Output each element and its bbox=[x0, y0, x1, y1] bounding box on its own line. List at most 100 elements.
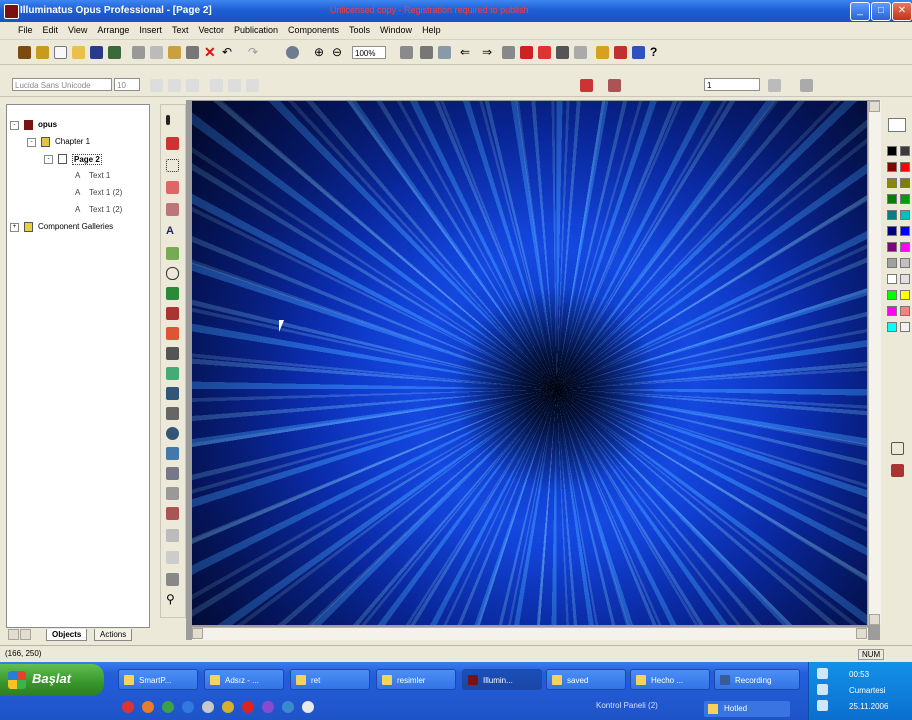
arrow-left-icon[interactable]: ⇐ bbox=[460, 46, 473, 59]
start-button[interactable]: Başlat bbox=[0, 664, 104, 696]
preview-icon[interactable] bbox=[286, 46, 299, 59]
scroll-right-icon[interactable] bbox=[856, 628, 867, 639]
shield-icon[interactable] bbox=[36, 46, 49, 59]
quick-launch-icon[interactable] bbox=[142, 701, 154, 713]
tab-objects[interactable]: Objects bbox=[46, 629, 88, 641]
taskbar-button[interactable]: ret bbox=[290, 669, 370, 690]
bold-icon[interactable] bbox=[150, 79, 163, 92]
color-swatch[interactable] bbox=[900, 226, 910, 236]
color-swatch[interactable] bbox=[900, 322, 910, 332]
horizontal-scrollbar[interactable] bbox=[192, 627, 868, 640]
menu-publication[interactable]: Publication bbox=[229, 22, 283, 35]
color-icon[interactable] bbox=[614, 46, 627, 59]
line-style-icon[interactable] bbox=[768, 79, 781, 92]
network-icon[interactable] bbox=[817, 668, 828, 679]
align-center-icon[interactable] bbox=[228, 79, 241, 92]
new-document-icon[interactable] bbox=[54, 46, 67, 59]
align-icon[interactable] bbox=[556, 46, 569, 59]
minimize-button[interactable]: _ bbox=[850, 2, 870, 21]
color-picker-icon[interactable] bbox=[891, 442, 904, 455]
pointer-tool-icon[interactable] bbox=[166, 115, 170, 125]
video-tool-icon[interactable] bbox=[166, 467, 179, 480]
tab-scroll-left-icon[interactable] bbox=[8, 629, 19, 640]
open-folder-icon[interactable] bbox=[72, 46, 85, 59]
publish-icon[interactable] bbox=[18, 46, 31, 59]
save-all-icon[interactable] bbox=[108, 46, 121, 59]
scroll-up-icon[interactable] bbox=[869, 101, 880, 112]
page-icon[interactable] bbox=[400, 46, 413, 59]
menu-file[interactable]: File bbox=[0, 22, 38, 35]
quick-launch-icon[interactable] bbox=[282, 701, 294, 713]
zoom-in-icon[interactable]: ⊕ bbox=[314, 46, 327, 59]
menu-tools[interactable]: Tools bbox=[344, 22, 375, 35]
current-color-swatch[interactable] bbox=[888, 118, 906, 132]
color-swatch[interactable] bbox=[900, 242, 910, 252]
tree-expander[interactable]: + bbox=[10, 223, 19, 232]
quick-launch-icon[interactable] bbox=[162, 701, 174, 713]
scroll-tool-icon[interactable] bbox=[166, 551, 179, 564]
color-swatch[interactable] bbox=[900, 258, 910, 268]
web-tool-icon[interactable] bbox=[166, 427, 179, 440]
layout-icon[interactable] bbox=[438, 46, 451, 59]
line-color-icon[interactable] bbox=[608, 79, 621, 92]
color-swatch[interactable] bbox=[887, 226, 897, 236]
node-tool-icon[interactable] bbox=[166, 137, 179, 150]
taskbar-button[interactable]: Hecho ... bbox=[630, 669, 710, 690]
color-swatch[interactable] bbox=[900, 162, 910, 172]
color-swatch[interactable] bbox=[887, 162, 897, 172]
color-swatch[interactable] bbox=[887, 306, 897, 316]
paint-tool-icon[interactable] bbox=[166, 327, 179, 340]
color-swatch[interactable] bbox=[900, 290, 910, 300]
table-tool-icon[interactable] bbox=[166, 387, 179, 400]
taskbar-button[interactable]: Adsız - ... bbox=[204, 669, 284, 690]
language-icon[interactable] bbox=[817, 700, 828, 711]
paste-icon[interactable] bbox=[168, 46, 181, 59]
color-swatch[interactable] bbox=[887, 178, 897, 188]
arrange-icon[interactable] bbox=[574, 46, 587, 59]
taskbar-button[interactable]: SmartP... bbox=[118, 669, 198, 690]
arrow-right-icon[interactable]: ⇒ bbox=[482, 46, 495, 59]
color-swatch[interactable] bbox=[900, 194, 910, 204]
ellipse-tool-icon[interactable] bbox=[166, 267, 179, 280]
stop-icon[interactable] bbox=[538, 46, 551, 59]
screen-icon[interactable] bbox=[420, 46, 433, 59]
align-right-icon[interactable] bbox=[246, 79, 259, 92]
record-icon[interactable] bbox=[520, 46, 533, 59]
delete-icon[interactable]: ✕ bbox=[204, 45, 217, 59]
quick-launch-icon[interactable] bbox=[262, 701, 274, 713]
align-left-icon[interactable] bbox=[210, 79, 223, 92]
rotate-tool-icon[interactable] bbox=[166, 181, 179, 194]
copy-icon[interactable] bbox=[150, 46, 163, 59]
quick-launch-icon[interactable] bbox=[182, 701, 194, 713]
line-tool-icon[interactable] bbox=[166, 347, 179, 360]
zoom-tool-icon[interactable]: ⚲ bbox=[166, 593, 179, 606]
hand-tool-icon[interactable] bbox=[166, 573, 179, 586]
group-icon[interactable] bbox=[502, 46, 515, 59]
eyedropper-icon[interactable] bbox=[891, 464, 904, 477]
taskbar-button-active[interactable]: Illumin... bbox=[462, 669, 542, 690]
menu-arrange[interactable]: Arrange bbox=[92, 22, 134, 35]
quick-launch-icon[interactable] bbox=[222, 701, 234, 713]
pencil-tool-icon[interactable] bbox=[166, 307, 179, 320]
underline-icon[interactable] bbox=[186, 79, 199, 92]
color-swatch[interactable] bbox=[900, 274, 910, 284]
sound-tool-icon[interactable] bbox=[166, 487, 179, 500]
form-tool-icon[interactable] bbox=[166, 407, 179, 420]
menu-vector[interactable]: Vector bbox=[193, 22, 229, 35]
scroll-left-icon[interactable] bbox=[192, 628, 203, 639]
taskbar-button[interactable]: resimler bbox=[376, 669, 456, 690]
color-swatch[interactable] bbox=[887, 194, 897, 204]
color-swatch[interactable] bbox=[887, 210, 897, 220]
tree-expander[interactable]: - bbox=[10, 121, 19, 130]
font-size-select[interactable]: 10 bbox=[114, 78, 140, 91]
maximize-button[interactable]: □ bbox=[871, 2, 891, 21]
effects-icon[interactable] bbox=[632, 46, 645, 59]
menu-components[interactable]: Components bbox=[283, 22, 344, 35]
color-swatch[interactable] bbox=[887, 322, 897, 332]
color-swatch[interactable] bbox=[887, 258, 897, 268]
picture-tool-icon[interactable] bbox=[166, 447, 179, 460]
shadow-icon[interactable] bbox=[800, 79, 813, 92]
color-swatch[interactable] bbox=[900, 210, 910, 220]
undo-icon[interactable]: ↶ bbox=[222, 46, 235, 59]
color-swatch[interactable] bbox=[887, 242, 897, 252]
